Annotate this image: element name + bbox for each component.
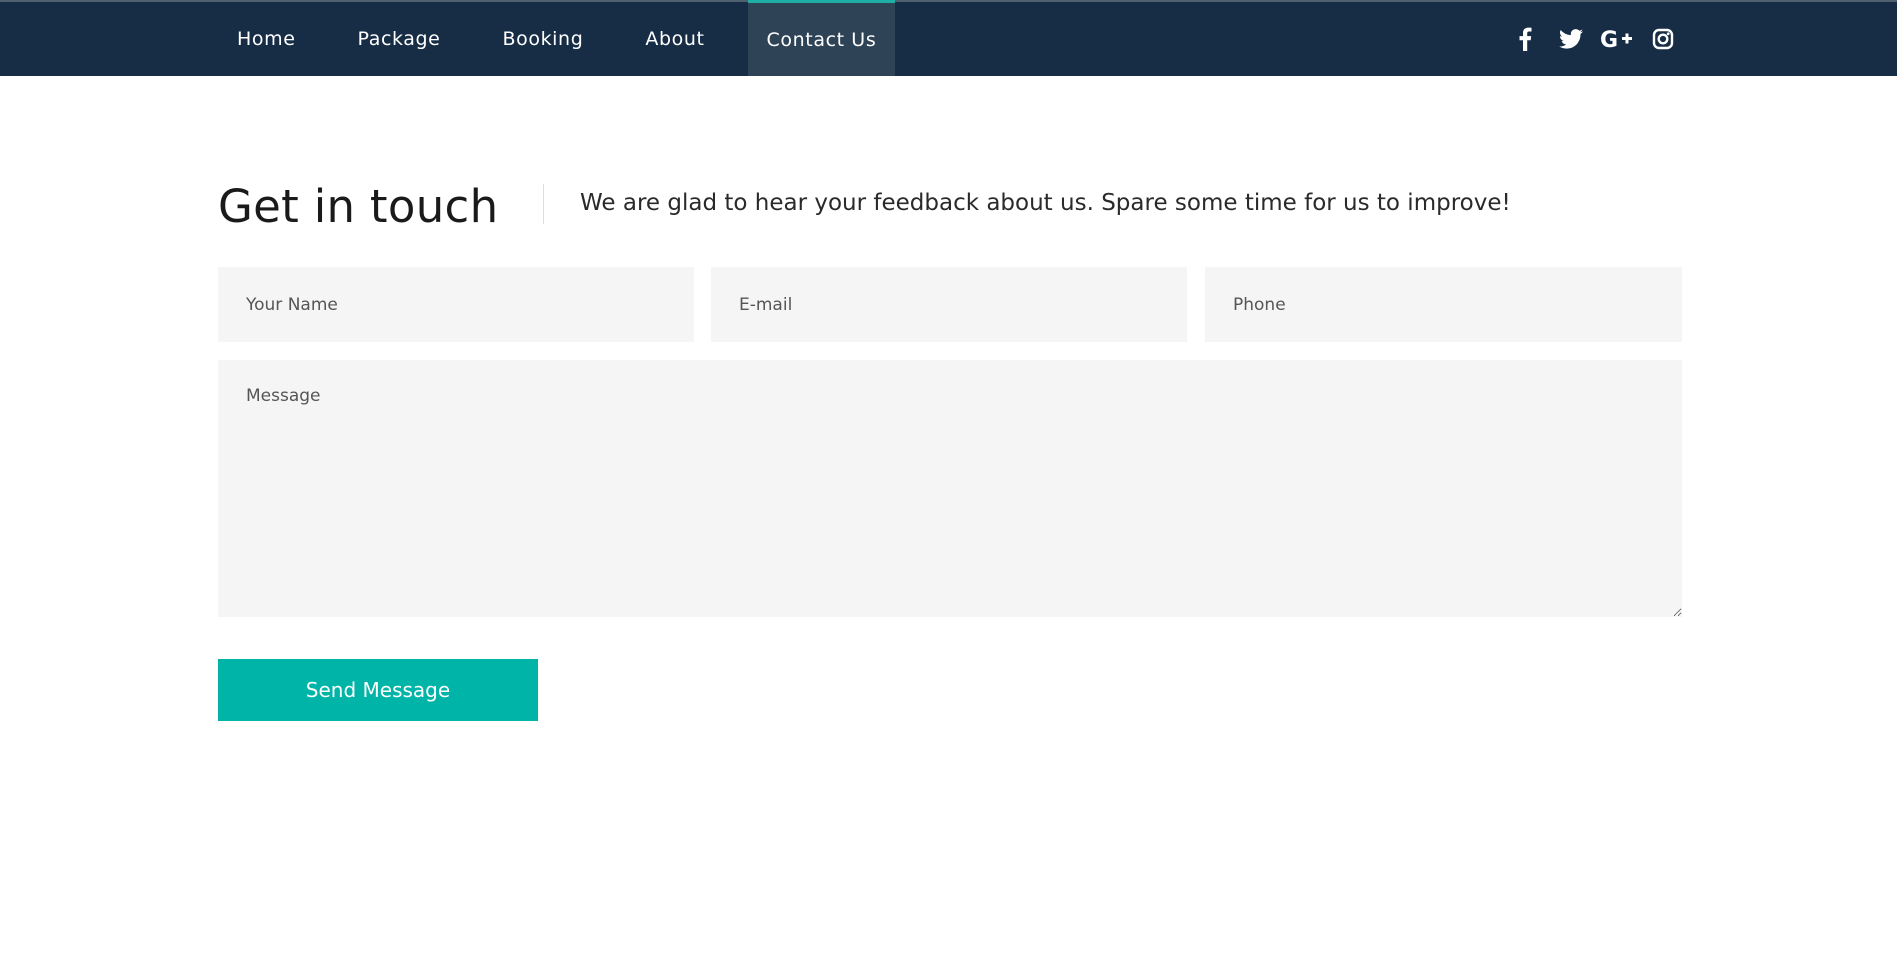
phone-field[interactable] <box>1205 267 1682 342</box>
heading-divider <box>543 184 544 224</box>
nav-item-package[interactable]: Package <box>339 2 460 76</box>
message-field[interactable] <box>218 360 1682 617</box>
main-nav: Home Package Booking About Contact Us <box>218 0 896 76</box>
page-title: Get in touch <box>218 180 499 233</box>
instagram-icon[interactable] <box>1646 22 1680 56</box>
send-message-button[interactable]: Send Message <box>218 659 538 721</box>
facebook-icon[interactable] <box>1508 22 1542 56</box>
nav-item-home[interactable]: Home <box>218 2 315 76</box>
google-plus-icon[interactable]: G <box>1600 22 1634 56</box>
top-navbar: Home Package Booking About Contact Us G <box>0 0 1897 76</box>
nav-item-booking[interactable]: Booking <box>483 2 602 76</box>
nav-item-about[interactable]: About <box>626 2 723 76</box>
name-field[interactable] <box>218 267 694 342</box>
nav-item-contact-us[interactable]: Contact Us <box>747 0 896 76</box>
svg-text:G: G <box>1600 28 1618 50</box>
social-links: G <box>1508 2 1680 76</box>
twitter-icon[interactable] <box>1554 22 1588 56</box>
email-field[interactable] <box>711 267 1187 342</box>
contact-tagline: We are glad to hear your feedback about … <box>580 190 1511 216</box>
contact-heading: Get in touch We are glad to hear your fe… <box>218 180 1682 240</box>
